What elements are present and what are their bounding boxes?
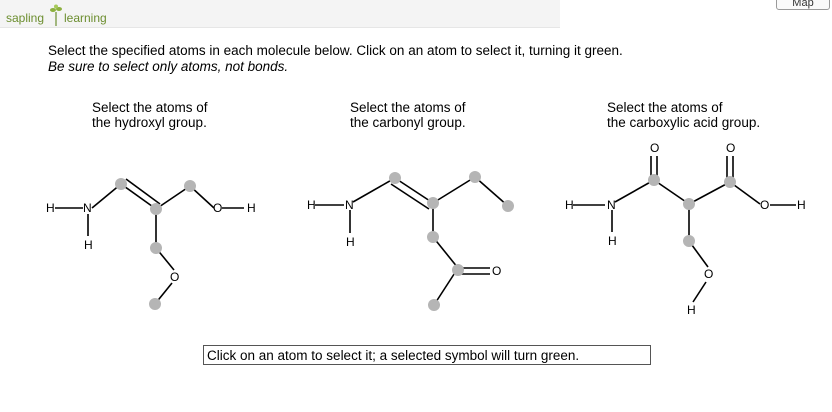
hydrogen-atom[interactable]: H (46, 201, 55, 215)
carbon-atom[interactable] (150, 203, 162, 215)
oxygen-atom[interactable]: O (726, 141, 735, 155)
oxygen-atom[interactable]: O (170, 270, 179, 284)
carbon-atom[interactable] (648, 174, 660, 186)
nitrogen-atom[interactable]: N (607, 198, 616, 212)
carbon-atom[interactable] (115, 178, 127, 190)
nitrogen-atom[interactable]: N (345, 198, 354, 212)
hydrogen-atom[interactable]: H (608, 234, 617, 248)
carbon-atom[interactable] (427, 197, 439, 209)
hydrogen-atom[interactable]: H (247, 201, 256, 215)
nitrogen-atom[interactable]: N (83, 201, 92, 215)
carbon-atom[interactable] (683, 198, 695, 210)
hydrogen-atom[interactable]: H (687, 303, 696, 317)
carbon-atom[interactable] (428, 299, 440, 311)
hydrogen-atom[interactable]: H (307, 198, 316, 212)
hydrogen-atom[interactable]: H (797, 198, 806, 212)
oxygen-atom[interactable]: O (650, 141, 659, 155)
carbon-atom[interactable] (724, 176, 736, 188)
oxygen-atom[interactable]: O (760, 198, 769, 212)
oxygen-atom[interactable]: O (213, 201, 222, 215)
carbon-atom[interactable] (427, 231, 439, 243)
hydrogen-atom[interactable]: H (565, 198, 574, 212)
carbon-atom[interactable] (184, 180, 196, 192)
carbon-atom[interactable] (469, 171, 481, 183)
molecule-2-atoms: H N H O (307, 171, 514, 311)
oxygen-atom[interactable]: O (704, 267, 713, 281)
molecule-carbonyl (315, 176, 509, 306)
carbon-atom[interactable] (389, 172, 401, 184)
molecule-carboxylic-acid (573, 156, 796, 303)
carbon-atom[interactable] (452, 264, 464, 276)
status-message-box: Click on an atom to select it; a selecte… (203, 345, 651, 365)
carbon-atom[interactable] (502, 200, 514, 212)
oxygen-atom[interactable]: O (492, 264, 501, 278)
hydrogen-atom[interactable]: H (346, 235, 355, 249)
carbon-atom[interactable] (149, 298, 161, 310)
hydrogen-atom[interactable]: H (84, 238, 93, 252)
molecule-3-atoms: H N H O O O H O H (565, 141, 806, 317)
carbon-atom[interactable] (150, 242, 162, 254)
carbon-atom[interactable] (683, 235, 695, 247)
